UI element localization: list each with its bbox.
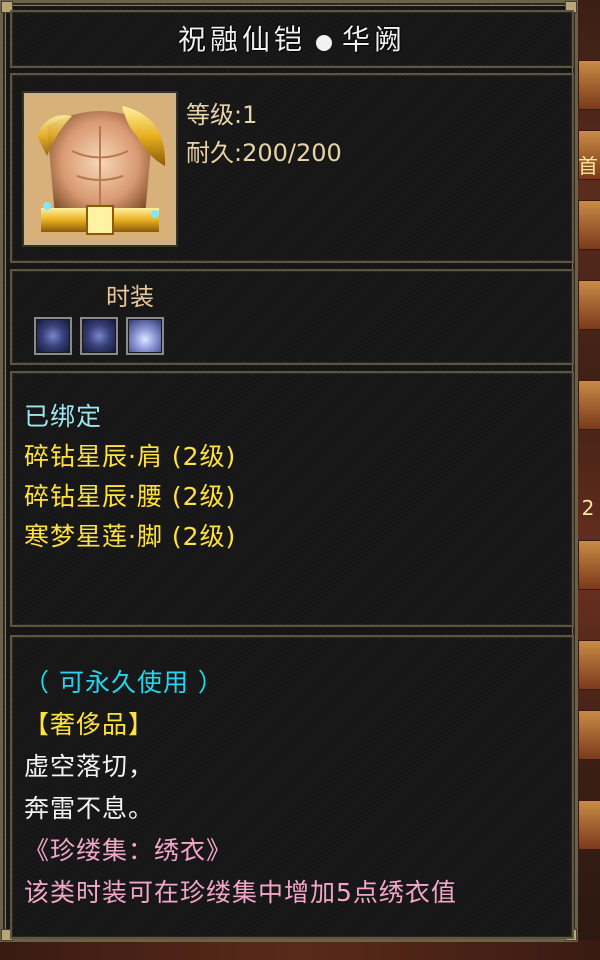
fashion-label: 时装 [106,283,154,311]
attribute-line: 碎钻星辰·腰 (2级) [24,482,237,511]
bound-status: 已绑定 [24,402,103,431]
star-gem-icon[interactable] [80,317,118,355]
item-name: 祝融仙铠 [177,23,306,56]
side-icon[interactable] [578,710,600,760]
game-screen: 首 2 祝融仙铠 华阙 等级:1 耐久:200/200 时装 已绑定 碎钻星辰·… [0,0,600,960]
item-durability: 耐久:200/200 [186,139,342,167]
fashion-section: 时装 [10,269,574,365]
side-icon[interactable] [578,60,600,110]
description-section: （ 可永久使用 ） 【奢侈品】 虚空落切， 奔雷不息。 《珍缕集：绣衣》 该类时… [10,635,574,939]
title-separator-dot [316,34,332,51]
collection-note: 该类时装可在珍缕集中增加5点绣衣值 [24,878,457,907]
game-background-strip: 首 2 [576,0,600,960]
item-level: 等级:1 [186,101,258,129]
lotus-gem-icon[interactable] [126,317,164,355]
attribute-line: 寒梦星莲·脚 (2级) [24,522,237,551]
game-background-bottom [0,940,600,960]
star-gem-icon[interactable] [34,317,72,355]
side-label-mid: 2 [581,496,595,520]
side-icon[interactable] [578,380,600,430]
item-tooltip: 祝融仙铠 华阙 等级:1 耐久:200/200 时装 已绑定 碎钻星辰·肩 (2… [0,0,578,942]
side-icon[interactable] [578,640,600,690]
item-server-name: 华阙 [342,23,407,56]
collection-title: 《珍缕集：绣衣》 [24,836,233,865]
side-label-top: 首 [578,154,598,178]
permanent-use-note: （ 可永久使用 ） [24,668,224,697]
side-icon[interactable] [578,280,600,330]
flavor-text-line: 虚空落切， [24,752,155,781]
golden-armor-icon[interactable] [24,93,176,245]
flavor-text-line: 奔雷不息。 [24,794,155,823]
luxury-tag: 【奢侈品】 [24,710,155,739]
attributes-section: 已绑定 碎钻星辰·肩 (2级) 碎钻星辰·腰 (2级) 寒梦星莲·脚 (2级) [10,371,574,627]
side-icon[interactable] [578,800,600,850]
tooltip-title-bar: 祝融仙铠 华阙 [10,10,574,68]
item-info-section: 等级:1 耐久:200/200 [10,73,574,263]
attribute-line: 碎钻星辰·肩 (2级) [24,442,237,471]
side-icon[interactable] [578,200,600,250]
side-icon[interactable] [578,540,600,590]
